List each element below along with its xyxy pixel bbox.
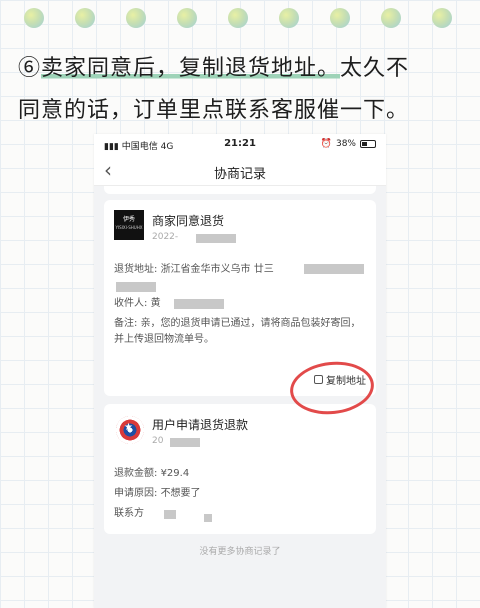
redacted-address xyxy=(116,282,156,292)
battery-icon xyxy=(360,140,376,148)
card-date: 20 xyxy=(152,436,164,446)
address-value: 浙江省金华市义乌市 廿三 xyxy=(160,264,274,275)
nav-bar: ‹ 协商记录 xyxy=(94,156,386,186)
redacted-contact xyxy=(164,510,176,519)
battery-info: ⏰ 38% xyxy=(321,139,376,149)
recipient-value: 黄 xyxy=(150,298,161,309)
amount-value: ¥29.4 xyxy=(160,468,190,479)
step-number: ⑥ xyxy=(18,56,42,81)
amount-label: 退款金额: xyxy=(114,468,158,479)
decorative-dot xyxy=(432,8,452,28)
store-logo-text: 伊秀 xyxy=(122,216,135,223)
decorative-dot xyxy=(279,8,299,28)
end-of-records-text: 没有更多协商记录了 xyxy=(199,547,281,557)
address-label: 退货地址: xyxy=(114,264,158,275)
contact: 联系方 xyxy=(114,506,364,522)
refund-amount: 退款金额: ¥29.4 xyxy=(114,466,364,482)
reason-label: 申请原因: xyxy=(114,488,158,499)
reason-value: 不想要了 xyxy=(160,488,201,499)
note-label: 备注: xyxy=(114,318,138,329)
store-logo: 伊秀 YISIXI-SHUHX xyxy=(114,210,144,240)
user-request-card: ★ 用户申请退货退款 20 退款金额: ¥29.4 申请原因: 不想要了 联系方 xyxy=(104,404,376,534)
status-bar: ▮▮▮ 中国电信 4G 21:21 ⏰ 38% xyxy=(94,134,386,156)
redacted-date xyxy=(196,234,236,243)
contact-label: 联系方 xyxy=(114,508,144,519)
previous-card-stub xyxy=(104,186,376,194)
caption-line-1: ⑥卖家同意后，复制退货地址。太久不 xyxy=(18,50,468,82)
card-title: 用户申请退货退款 xyxy=(152,418,249,432)
alarm-icon: ⏰ xyxy=(320,139,332,149)
note-value: 亲，您的退货申请已通过，请将商品包装好寄回，并上传退回物流单号。 xyxy=(114,318,361,345)
decorative-dot xyxy=(228,8,248,28)
redacted-address xyxy=(304,264,364,274)
store-logo-subtext: YISIXI-SHUHX xyxy=(115,225,143,230)
card-date: 2022- xyxy=(152,232,179,242)
recipient: 收件人: 黄 xyxy=(114,296,364,312)
page-title: 协商记录 xyxy=(213,167,266,182)
caption-highlight: 卖家同意后，复制退货地址。 xyxy=(41,56,341,81)
decorative-dot xyxy=(24,8,44,28)
request-reason: 申请原因: 不想要了 xyxy=(114,486,364,502)
battery-percent: 38% xyxy=(335,139,356,149)
note: 备注: 亲，您的退货申请已通过，请将商品包装好寄回，并上传退回物流单号。 xyxy=(114,316,364,348)
recipient-label: 收件人: xyxy=(114,298,148,309)
decorative-dot xyxy=(330,8,350,28)
card-title: 商家同意退货 xyxy=(152,214,225,228)
redacted-recipient xyxy=(174,299,224,309)
decorative-dot xyxy=(126,8,146,28)
decorative-dot xyxy=(75,8,95,28)
decorative-dot xyxy=(381,8,401,28)
redacted-date xyxy=(170,438,200,447)
redacted-contact xyxy=(204,514,212,522)
decorative-dot-row xyxy=(24,8,454,32)
decorative-dot xyxy=(177,8,197,28)
star-icon: ★ xyxy=(124,422,133,433)
caption-line-2: 同意的话，订单里点联系客服催一下。 xyxy=(18,98,410,123)
caption-suffix: 太久不 xyxy=(340,56,410,81)
